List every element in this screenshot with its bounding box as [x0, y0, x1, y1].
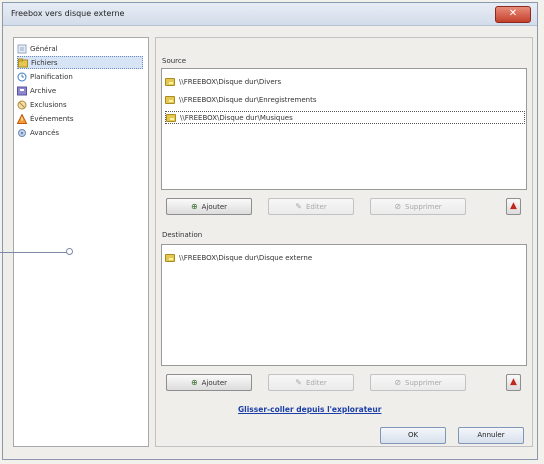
sidebar-item-label: Général	[30, 44, 58, 53]
delete-icon: ⊘	[394, 202, 402, 211]
archive-icon	[17, 86, 27, 96]
folder-icon	[166, 113, 176, 122]
folder-icon	[165, 253, 175, 262]
button-label: Ajouter	[201, 202, 228, 211]
sidebar-item-label: Avancés	[30, 128, 60, 137]
connector-dot	[66, 248, 73, 255]
button-label: Supprimer	[405, 378, 442, 387]
source-path: \\FREEBOX\Disque dur\Musiques	[180, 113, 293, 122]
sidebar-item-general[interactable]: Général	[17, 42, 143, 55]
connector-line	[0, 252, 70, 253]
list-item[interactable]: \\FREEBOX\Disque dur\Musiques	[165, 111, 525, 124]
sidebar-item-events[interactable]: Événements	[16, 112, 143, 125]
list-item[interactable]: \\FREEBOX\Disque dur\Disque externe	[165, 251, 312, 264]
edit-icon: ✎	[295, 202, 302, 211]
files-panel: Source \\FREEBOX\Disque dur\Divers \\FRE…	[155, 37, 533, 447]
source-list[interactable]: \\FREEBOX\Disque dur\Divers \\FREEBOX\Di…	[161, 68, 527, 190]
button-label: Editer	[305, 378, 327, 387]
source-path: \\FREEBOX\Disque dur\Enregistrements	[179, 95, 317, 104]
sidebar-item-label: Fichiers	[31, 58, 58, 67]
edit-icon: ✎	[295, 378, 302, 387]
source-add-button[interactable]: ⊕ Ajouter	[166, 198, 252, 215]
sidebar-item-label: Exclusions	[30, 100, 67, 109]
sidebar-item-files[interactable]: Fichiers	[17, 56, 143, 69]
cancel-button[interactable]: Annuler	[458, 427, 524, 444]
exclusions-icon	[17, 100, 27, 110]
source-delete-button[interactable]: ⊘ Supprimer	[370, 198, 466, 215]
general-icon	[17, 44, 27, 54]
dialog-window: Freebox vers disque externe ✕ Général Fi…	[2, 2, 538, 460]
sidebar-item-label: Planification	[30, 72, 73, 81]
window-title: Freebox vers disque externe	[11, 9, 125, 18]
add-icon: ⊕	[190, 202, 198, 211]
folder-icon	[165, 77, 175, 86]
schedule-icon	[17, 72, 27, 82]
close-button[interactable]: ✕	[495, 6, 531, 23]
sidebar-item-archive[interactable]: Archive	[17, 84, 143, 97]
source-edit-button[interactable]: ✎ Editer	[268, 198, 354, 215]
button-label: Ajouter	[201, 378, 228, 387]
list-item[interactable]: \\FREEBOX\Disque dur\Enregistrements	[165, 93, 317, 106]
destination-list[interactable]: \\FREEBOX\Disque dur\Disque externe	[161, 244, 527, 366]
advanced-icon	[17, 128, 27, 138]
destination-edit-button[interactable]: ✎ Editer	[268, 374, 354, 391]
ok-button[interactable]: OK	[380, 427, 446, 444]
sidebar-item-label: Événements	[30, 114, 74, 123]
drag-drop-explorer-link[interactable]: Glisser-coller depuis l'explorateur	[238, 405, 381, 414]
destination-path: \\FREEBOX\Disque dur\Disque externe	[179, 253, 313, 262]
title-bar[interactable]: Freebox vers disque externe ✕	[3, 3, 537, 26]
destination-label: Destination	[162, 231, 203, 239]
sidebar-item-schedule[interactable]: Planification	[17, 70, 143, 83]
destination-delete-button[interactable]: ⊘ Supprimer	[370, 374, 466, 391]
button-label: Editer	[305, 202, 327, 211]
sidebar-item-exclusions[interactable]: Exclusions	[17, 98, 143, 111]
events-icon	[16, 112, 28, 124]
sidebar-item-advanced[interactable]: Avancés	[17, 126, 143, 139]
source-move-up-button[interactable]: ▲	[506, 198, 521, 215]
source-path: \\FREEBOX\Disque dur\Divers	[179, 77, 282, 86]
files-icon	[18, 58, 28, 68]
delete-icon: ⊘	[394, 378, 402, 387]
destination-move-up-button[interactable]: ▲	[506, 374, 521, 391]
folder-icon	[165, 95, 175, 104]
add-icon: ⊕	[190, 378, 198, 387]
button-label: Supprimer	[405, 202, 442, 211]
sidebar-item-label: Archive	[30, 86, 57, 95]
sidebar: Général Fichiers Planification Archive E…	[13, 37, 149, 447]
list-item[interactable]: \\FREEBOX\Disque dur\Divers	[165, 75, 281, 88]
destination-add-button[interactable]: ⊕ Ajouter	[166, 374, 252, 391]
source-label: Source	[162, 57, 187, 65]
